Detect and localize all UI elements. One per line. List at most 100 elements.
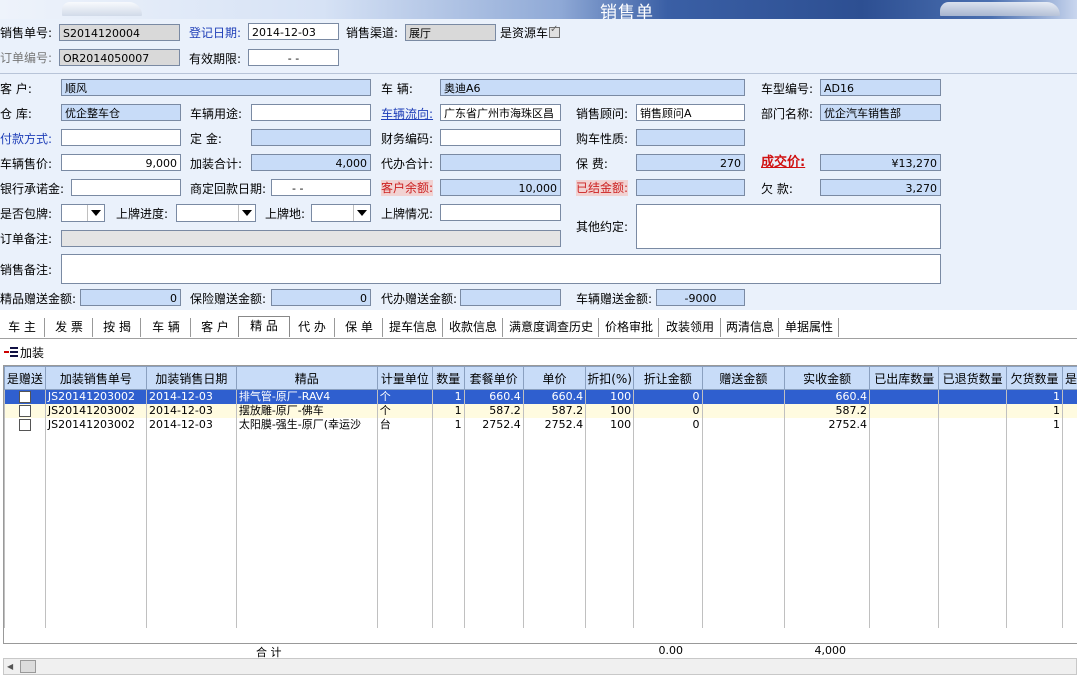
- channel-field[interactable]: 展厅: [405, 24, 496, 41]
- table-row[interactable]: JS20141203002 2014-12-03 排气管-原厂-RAV4 个 1 660.…: [4, 389, 1077, 404]
- empty-cell: [633, 460, 703, 474]
- column-header[interactable]: 已出库数量: [868, 366, 940, 390]
- empty-cell: [522, 432, 587, 446]
- chevron-down-icon[interactable]: [87, 205, 104, 221]
- consultant-field[interactable]: 销售顾问A: [636, 104, 745, 121]
- valid-label: 有效期限:: [189, 52, 242, 66]
- vehicle-field[interactable]: 奥迪A6: [440, 79, 745, 96]
- empty-cell: [585, 516, 635, 530]
- customer-field[interactable]: 顺风: [61, 79, 371, 96]
- tab-vehicle[interactable]: 车 辆: [142, 318, 191, 337]
- tab-invoice[interactable]: 发 票: [46, 318, 93, 337]
- empty-cell: [522, 530, 587, 544]
- reg-date-field[interactable]: 2014-12-03: [248, 23, 339, 40]
- cust-balance-field: 10,000: [440, 179, 561, 196]
- tab-modify[interactable]: 改装领用: [660, 318, 721, 337]
- column-header[interactable]: 套餐单价: [463, 366, 524, 390]
- plate-progress-select[interactable]: [176, 204, 256, 222]
- bank-field[interactable]: [71, 179, 181, 196]
- tab-mortgage[interactable]: 按 揭: [94, 318, 141, 337]
- scroll-left-icon[interactable]: ◀: [7, 662, 13, 671]
- sale-no-label: 销售单号:: [0, 26, 53, 40]
- plate-status-field[interactable]: [440, 204, 561, 221]
- empty-cell: [431, 460, 465, 474]
- model-no-field[interactable]: AD16: [820, 79, 941, 96]
- empty-row: [4, 600, 1077, 614]
- empty-cell: [1005, 432, 1064, 446]
- chevron-down-icon[interactable]: [353, 205, 370, 221]
- flow-field[interactable]: 广东省广州市海珠区昌: [440, 104, 561, 121]
- warehouse-field[interactable]: 优企整车仓: [61, 104, 181, 121]
- order-no-field[interactable]: OR2014050007: [59, 49, 180, 66]
- table-row[interactable]: JS20141203002 2014-12-03 摆放雕-原厂-佛车个 1 587.2 5…: [4, 404, 1077, 418]
- column-header[interactable]: 加装销售单号: [44, 366, 147, 390]
- scroll-thumb[interactable]: [20, 660, 36, 673]
- tab-accessories[interactable]: 精 品: [238, 316, 290, 337]
- plate-pkg-select[interactable]: [61, 204, 105, 222]
- tab-policy[interactable]: 保 单: [336, 318, 383, 337]
- tab-owner[interactable]: 车 主: [0, 318, 45, 337]
- tab-doc-props[interactable]: 单据属性: [780, 318, 839, 337]
- gift-checkbox-cell[interactable]: [4, 418, 46, 432]
- column-header[interactable]: 是赠送: [4, 366, 46, 390]
- column-header[interactable]: 折扣(%): [585, 366, 635, 390]
- tab-survey[interactable]: 满意度调查历史: [504, 318, 599, 337]
- column-header[interactable]: 折让金额: [633, 366, 703, 390]
- price-field[interactable]: 9,000: [61, 154, 181, 171]
- column-header[interactable]: 加装销售日期: [145, 366, 237, 390]
- empty-cell: [431, 586, 465, 600]
- column-header[interactable]: 精品: [235, 366, 378, 390]
- column-header[interactable]: 数量: [431, 366, 465, 390]
- valid-field[interactable]: - -: [248, 49, 339, 66]
- pay-label[interactable]: 付款方式:: [0, 131, 52, 147]
- table-cell: JS20141203002: [44, 389, 147, 404]
- column-header[interactable]: 单价: [522, 366, 587, 390]
- table-row[interactable]: JS20141203002 2014-12-03 太阳膜-强生-原厂(幸运沙台 1 27…: [4, 418, 1077, 432]
- buy-nature-field[interactable]: [636, 129, 745, 146]
- other-field[interactable]: [636, 204, 941, 249]
- deposit-field[interactable]: [251, 129, 371, 146]
- gift-checkbox-cell[interactable]: [4, 404, 46, 418]
- tab-agency[interactable]: 代 办: [290, 318, 335, 337]
- tab-pickup[interactable]: 提车信息: [384, 318, 443, 337]
- table-cell: 660.4: [784, 389, 870, 404]
- tab-customer[interactable]: 客 户: [192, 318, 239, 337]
- empty-cell: [784, 572, 870, 586]
- usage-field[interactable]: [251, 104, 371, 121]
- service-checkbox-cell[interactable]: [1062, 418, 1077, 432]
- resource-car-label: 是资源车: [500, 26, 549, 40]
- gift-agent-field: [460, 289, 561, 306]
- horizontal-scrollbar[interactable]: ◀: [3, 658, 1077, 675]
- resource-car-checkbox[interactable]: ✓: [549, 24, 560, 38]
- column-header[interactable]: 欠货数量: [1005, 366, 1064, 390]
- order-note-field[interactable]: [61, 230, 561, 247]
- empty-cell: [1005, 488, 1064, 502]
- flow-label[interactable]: 车辆流向:: [381, 106, 433, 122]
- service-checkbox-cell[interactable]: [1062, 389, 1077, 404]
- dept-field[interactable]: 优企汽车销售部: [820, 104, 941, 121]
- service-checkbox-cell[interactable]: [1062, 404, 1077, 418]
- empty-cell: [868, 474, 940, 488]
- tab-clear[interactable]: 两清信息: [722, 318, 779, 337]
- column-header[interactable]: 已退货数量: [938, 366, 1007, 390]
- plate-place-select[interactable]: [311, 204, 371, 222]
- cust-balance-label: 客户余额:: [381, 180, 434, 196]
- chevron-down-icon[interactable]: [238, 205, 255, 221]
- add-button[interactable]: 加装: [4, 342, 44, 362]
- gift-checkbox-cell[interactable]: [4, 389, 46, 404]
- column-header[interactable]: 赠送金额: [701, 366, 786, 390]
- fin-code-field[interactable]: [440, 129, 561, 146]
- empty-cell: [701, 474, 786, 488]
- column-header[interactable]: 实收金额: [784, 366, 870, 390]
- tab-payment[interactable]: 收款信息: [444, 318, 503, 337]
- sale-no-field[interactable]: S2014120004: [59, 24, 180, 41]
- repay-date-field[interactable]: - -: [271, 179, 371, 196]
- sale-note-field[interactable]: [61, 254, 941, 284]
- tab-price-approval[interactable]: 价格审批: [600, 318, 659, 337]
- empty-cell: [1062, 446, 1077, 460]
- column-header[interactable]: 是服务: [1062, 366, 1077, 390]
- column-header[interactable]: 计量单位: [376, 366, 433, 390]
- table-cell: [868, 418, 940, 432]
- pay-field[interactable]: [61, 129, 181, 146]
- empty-cell: [145, 446, 237, 460]
